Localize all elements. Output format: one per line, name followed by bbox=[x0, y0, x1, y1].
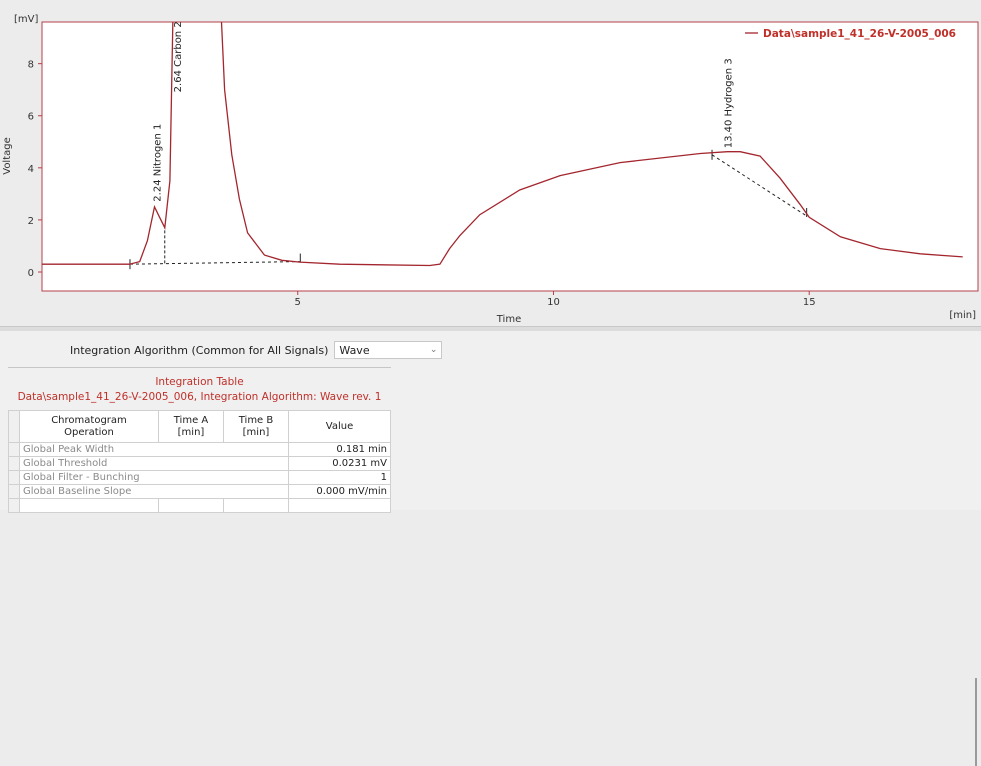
divider-line bbox=[8, 367, 391, 368]
column-header-operation[interactable]: Chromatogram Operation bbox=[19, 410, 159, 443]
x-tick-label: 5 bbox=[295, 297, 301, 308]
algorithm-value: Wave bbox=[339, 343, 370, 357]
peak-label: 2.24 Nitrogen 1 bbox=[153, 124, 164, 202]
chart-svg: 0 2 4 6 8 5 10 15 [mV] [min] Time Voltage 2.24… bbox=[2, 14, 979, 325]
table-row[interactable]: Global Peak Width 0.181 min bbox=[8, 442, 391, 457]
peak-label: 2.64 Carbon 2 bbox=[173, 21, 184, 92]
table-row[interactable]: Global Filter - Bunching 1 bbox=[8, 470, 391, 485]
value-cell[interactable]: 0.000 mV/min bbox=[288, 484, 391, 499]
integration-table: Chromatogram Operation Time A [min] Time… bbox=[8, 410, 391, 513]
value-cell[interactable]: 1 bbox=[288, 470, 391, 485]
value-cell[interactable]: 0.181 min bbox=[288, 442, 391, 457]
table-header-row: Chromatogram Operation Time A [min] Time… bbox=[8, 410, 391, 443]
y-tick-label: 0 bbox=[28, 268, 34, 279]
integration-panel: Integration Algorithm (Common for All Si… bbox=[0, 331, 981, 766]
algorithm-label: Integration Algorithm (Common for All Si… bbox=[70, 343, 329, 357]
empty-cell[interactable] bbox=[223, 498, 289, 513]
x-tick-label: 10 bbox=[547, 297, 560, 308]
algorithm-select[interactable]: Wave ⌄ bbox=[334, 341, 443, 359]
row-header bbox=[8, 498, 20, 513]
operation-cell[interactable]: Global Filter - Bunching bbox=[19, 470, 289, 485]
operation-cell[interactable]: Global Baseline Slope bbox=[19, 484, 289, 499]
table-title: Integration Table bbox=[155, 376, 244, 388]
table-row-empty[interactable] bbox=[8, 498, 391, 513]
y-tick-label: 6 bbox=[28, 112, 34, 123]
row-header bbox=[8, 470, 20, 485]
empty-cell[interactable] bbox=[288, 498, 391, 513]
empty-cell[interactable] bbox=[158, 498, 224, 513]
column-header-time-b[interactable]: Time B [min] bbox=[223, 410, 289, 443]
algorithm-row: Integration Algorithm (Common for All Si… bbox=[70, 339, 443, 361]
y-tick-label: 8 bbox=[28, 60, 34, 71]
vertical-scrollbar[interactable] bbox=[975, 678, 977, 766]
legend: Data\sample1_41_26-V-2005_006 bbox=[745, 28, 956, 40]
operation-cell[interactable]: Global Threshold bbox=[19, 456, 289, 471]
y-axis-label: Voltage bbox=[2, 137, 13, 175]
peak-label: 13.40 Hydrogen 3 bbox=[723, 58, 734, 148]
row-header bbox=[8, 456, 20, 471]
column-header-time-a[interactable]: Time A [min] bbox=[158, 410, 224, 443]
chevron-down-icon: ⌄ bbox=[429, 345, 438, 355]
table-row[interactable]: Global Threshold 0.0231 mV bbox=[8, 456, 391, 471]
row-header bbox=[8, 484, 20, 499]
x-axis-label: Time bbox=[496, 314, 521, 325]
operation-cell[interactable]: Global Peak Width bbox=[19, 442, 289, 457]
chromatogram-chart[interactable]: 0 2 4 6 8 5 10 15 [mV] [min] Time Voltage 2.24… bbox=[0, 0, 981, 326]
x-tick-label: 15 bbox=[803, 297, 816, 308]
empty-cell[interactable] bbox=[19, 498, 159, 513]
table-subtitle: Data\sample1_41_26-V-2005_006, Integrati… bbox=[17, 391, 382, 403]
row-header bbox=[8, 442, 20, 457]
y-tick-label: 2 bbox=[28, 216, 34, 227]
y-unit-label: [mV] bbox=[14, 14, 38, 25]
column-header-value[interactable]: Value bbox=[288, 410, 391, 443]
legend-label: Data\sample1_41_26-V-2005_006 bbox=[763, 28, 956, 40]
row-header-corner bbox=[8, 410, 20, 443]
table-row[interactable]: Global Baseline Slope 0.000 mV/min bbox=[8, 484, 391, 499]
value-cell[interactable]: 0.0231 mV bbox=[288, 456, 391, 471]
x-unit-label: [min] bbox=[949, 310, 976, 321]
y-tick-label: 4 bbox=[28, 164, 34, 175]
